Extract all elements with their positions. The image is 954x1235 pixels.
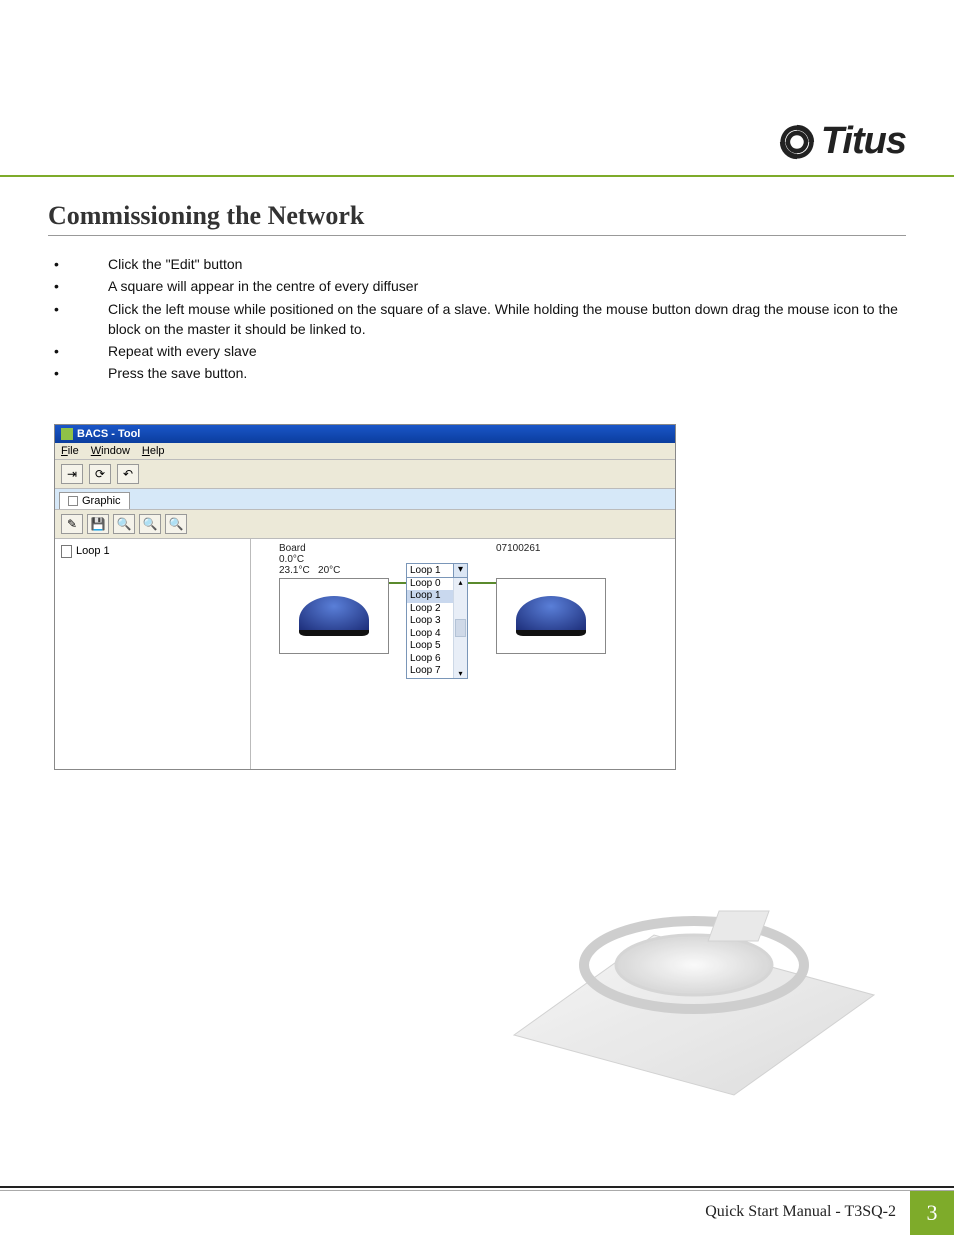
section-title: Commissioning the Network bbox=[48, 201, 906, 236]
main-toolbar: ⇥ ⟳ ↶ bbox=[55, 460, 675, 489]
loop-dropdown[interactable]: Loop 1 ▾ Loop 0 Loop 1 Loop 2 Loop 3 Loo… bbox=[406, 563, 468, 679]
menu-window[interactable]: Window bbox=[91, 445, 130, 457]
brand-logo: Titus bbox=[779, 120, 906, 163]
diffuser-icon bbox=[516, 596, 586, 636]
swirl-icon bbox=[779, 124, 815, 160]
menu-help[interactable]: Help bbox=[142, 445, 165, 457]
page-number: 3 bbox=[910, 1191, 954, 1235]
graphic-toolbar: ✎ 💾 🔍 🔍 🔍 bbox=[55, 509, 675, 539]
zoom-out-button[interactable]: 🔍 bbox=[139, 514, 161, 534]
product-render bbox=[454, 815, 894, 1115]
menu-bar[interactable]: File Window Help bbox=[55, 443, 675, 460]
brand-text: Titus bbox=[821, 120, 906, 163]
undo-button[interactable]: ↶ bbox=[117, 464, 139, 484]
refresh-button[interactable]: ⟳ bbox=[89, 464, 111, 484]
tree-panel: Loop 1 bbox=[55, 539, 251, 769]
diffuser-label: Board 0.0°C 23.1°C 20°C bbox=[279, 543, 389, 576]
chevron-down-icon[interactable]: ▾ bbox=[453, 564, 467, 577]
dropdown-option[interactable]: Loop 7 bbox=[407, 665, 453, 678]
tab-label: Graphic bbox=[82, 495, 121, 507]
dropdown-option[interactable]: Loop 5 bbox=[407, 640, 453, 653]
document-icon bbox=[61, 545, 72, 558]
tab-icon bbox=[68, 496, 78, 506]
diffuser-icon bbox=[299, 596, 369, 636]
instruction-item: •A square will appear in the centre of e… bbox=[48, 276, 906, 296]
instruction-item: •Press the save button. bbox=[48, 363, 906, 383]
zoom-in-button[interactable]: 🔍 bbox=[113, 514, 135, 534]
instruction-list: •Click the "Edit" button •A square will … bbox=[48, 254, 906, 384]
dropdown-option[interactable]: Loop 3 bbox=[407, 615, 453, 628]
instruction-item: •Click the left mouse while positioned o… bbox=[48, 299, 906, 340]
tab-graphic[interactable]: Graphic bbox=[59, 492, 130, 509]
diffuser-master[interactable]: Board 0.0°C 23.1°C 20°C bbox=[279, 543, 389, 654]
page-footer: Quick Start Manual - T3SQ-2 3 bbox=[0, 1186, 954, 1235]
dropdown-option[interactable]: Loop 4 bbox=[407, 628, 453, 641]
tree-item-label: Loop 1 bbox=[76, 545, 110, 557]
diffuser-slave[interactable]: 07100261 bbox=[496, 543, 606, 654]
app-icon bbox=[61, 428, 73, 440]
dropdown-option[interactable]: Loop 2 bbox=[407, 603, 453, 616]
dropdown-selected[interactable]: Loop 1 bbox=[407, 564, 453, 577]
scroll-thumb[interactable] bbox=[455, 619, 466, 637]
instruction-item: •Repeat with every slave bbox=[48, 341, 906, 361]
dropdown-option[interactable]: Loop 6 bbox=[407, 653, 453, 666]
dropdown-option[interactable]: Loop 1 bbox=[407, 590, 453, 603]
scrollbar[interactable]: ▴ ▾ bbox=[453, 578, 467, 678]
app-screenshot: BACS - Tool File Window Help ⇥ ⟳ ↶ Graph… bbox=[54, 424, 676, 770]
scroll-up-icon[interactable]: ▴ bbox=[454, 578, 467, 587]
instruction-item: •Click the "Edit" button bbox=[48, 254, 906, 274]
tab-row: Graphic bbox=[55, 489, 675, 509]
header-divider bbox=[0, 175, 954, 177]
window-titlebar: BACS - Tool bbox=[55, 425, 675, 443]
tree-item-loop1[interactable]: Loop 1 bbox=[61, 545, 244, 558]
footer-text: Quick Start Manual - T3SQ-2 bbox=[705, 1191, 910, 1235]
window-title: BACS - Tool bbox=[77, 428, 140, 440]
menu-file[interactable]: File bbox=[61, 445, 79, 457]
save-button[interactable]: 💾 bbox=[87, 514, 109, 534]
dropdown-option[interactable]: Loop 0 bbox=[407, 578, 453, 591]
graphic-canvas[interactable]: Board 0.0°C 23.1°C 20°C 07100261 Loop 1 bbox=[251, 539, 675, 769]
dropdown-list[interactable]: Loop 0 Loop 1 Loop 2 Loop 3 Loop 4 Loop … bbox=[406, 578, 468, 679]
scroll-down-icon[interactable]: ▾ bbox=[454, 669, 467, 678]
zoom-fit-button[interactable]: 🔍 bbox=[165, 514, 187, 534]
edit-button[interactable]: ✎ bbox=[61, 514, 83, 534]
diffuser-label: 07100261 bbox=[496, 543, 606, 576]
connect-button[interactable]: ⇥ bbox=[61, 464, 83, 484]
page-header: Titus bbox=[48, 0, 906, 163]
